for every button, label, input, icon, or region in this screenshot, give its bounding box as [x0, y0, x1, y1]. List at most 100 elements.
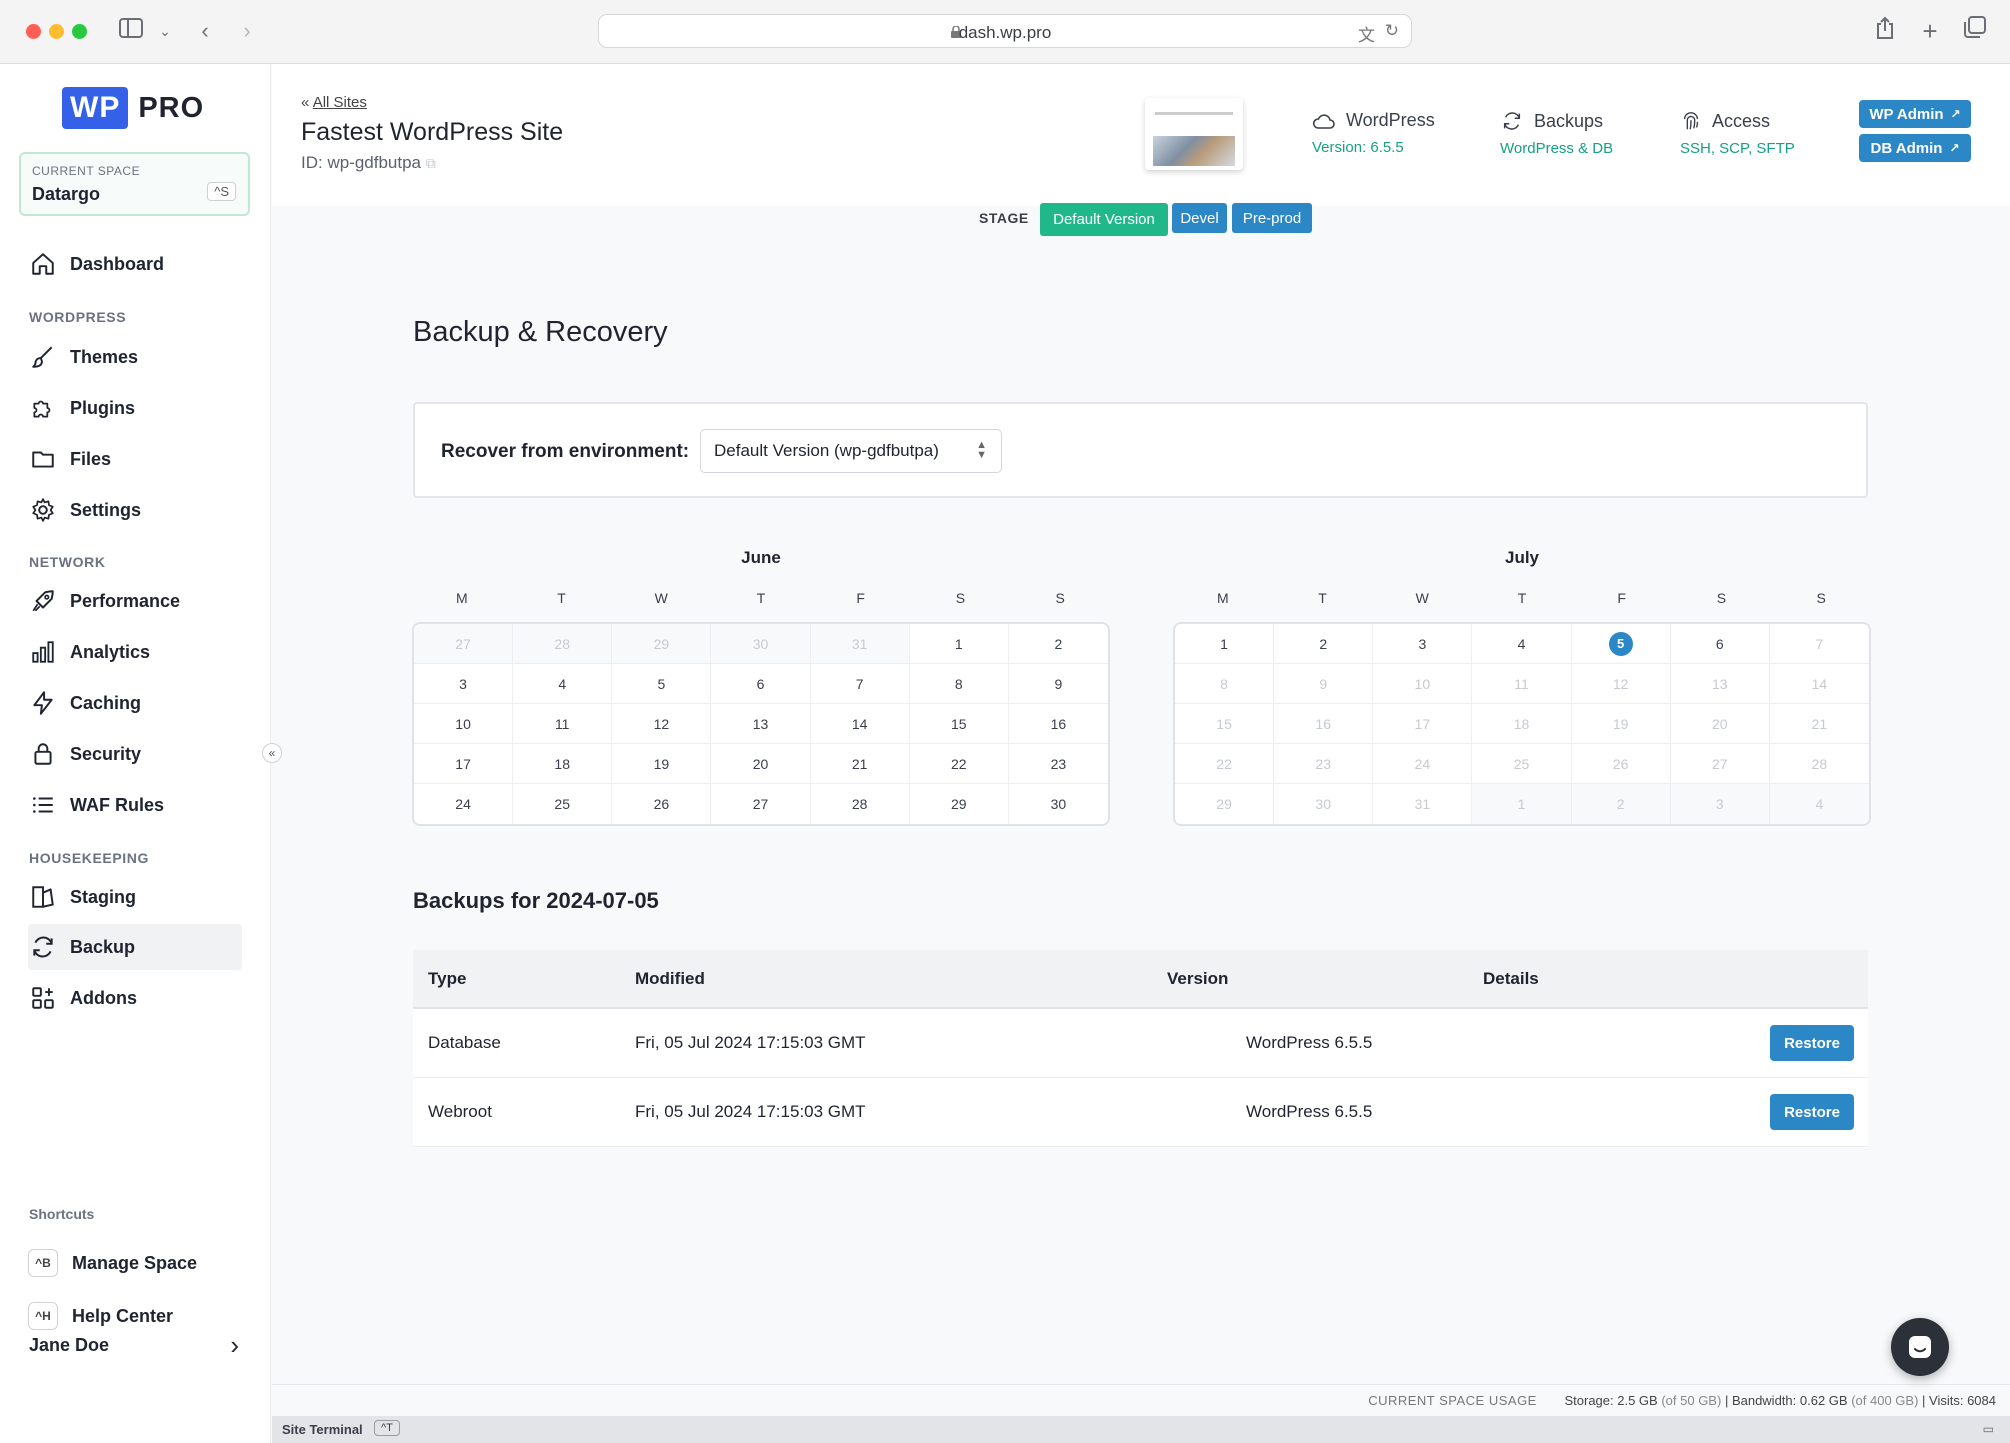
calendar-day[interactable]: 10	[414, 704, 514, 744]
stage-tab-default[interactable]: Default Version	[1040, 203, 1168, 236]
calendar-day[interactable]: 26	[1571, 744, 1671, 784]
sidebar-item-security[interactable]: Security	[28, 731, 242, 777]
calendar-day[interactable]: 18	[1472, 704, 1572, 744]
calendar-day[interactable]: 2	[1274, 624, 1374, 664]
shortcut-help-center[interactable]: ^H Help Center	[28, 1302, 173, 1330]
back-arrow-icon[interactable]: ‹	[190, 16, 220, 46]
backups-stat[interactable]: Backups WordPress & DB	[1500, 110, 1613, 158]
calendar-day[interactable]: 27	[711, 784, 811, 824]
calendar-day[interactable]: 26	[612, 784, 712, 824]
calendar-day[interactable]: 7	[1769, 624, 1869, 664]
calendar-day[interactable]: 9	[1274, 664, 1374, 704]
calendar-day[interactable]: 28	[513, 624, 613, 664]
calendar-day[interactable]: 4	[1472, 624, 1572, 664]
address-bar[interactable]: dash.wp.pro 文 ↻	[598, 14, 1412, 48]
calendar-day[interactable]: 21	[810, 744, 910, 784]
restore-button[interactable]: Restore	[1770, 1094, 1854, 1130]
calendar-day[interactable]: 22	[1175, 744, 1275, 784]
sidebar-item-backup[interactable]: Backup	[28, 924, 242, 970]
chat-support-button[interactable]	[1891, 1318, 1949, 1376]
sidebar-item-analytics[interactable]: Analytics	[28, 629, 242, 675]
calendar-day[interactable]: 1	[909, 624, 1009, 664]
calendar-day[interactable]: 31	[1373, 784, 1473, 824]
calendar-day[interactable]: 22	[909, 744, 1009, 784]
all-sites-link[interactable]: « All Sites	[301, 94, 367, 111]
stage-tab-devel[interactable]: Devel	[1172, 203, 1227, 233]
calendar-day[interactable]: 14	[1769, 664, 1869, 704]
calendar-day[interactable]: 18	[513, 744, 613, 784]
sidebar-item-dashboard[interactable]: Dashboard	[28, 241, 242, 287]
calendar-day[interactable]: 3	[1670, 784, 1770, 824]
sidebar-item-waf-rules[interactable]: WAF Rules	[28, 782, 242, 828]
collapse-sidebar-button[interactable]: «	[262, 743, 282, 763]
sidebar-item-staging[interactable]: Staging	[28, 874, 242, 920]
sidebar-item-files[interactable]: Files	[28, 436, 242, 482]
sidebar-item-performance[interactable]: Performance	[28, 578, 242, 624]
sidebar-item-addons[interactable]: Addons	[28, 975, 242, 1021]
calendar-day[interactable]: 13	[711, 704, 811, 744]
wordpress-stat[interactable]: WordPress Version: 6.5.5	[1312, 110, 1435, 156]
sidebar-toggle-icon[interactable]	[116, 16, 146, 46]
sidebar-item-plugins[interactable]: Plugins	[28, 385, 242, 431]
calendar-day[interactable]: 20	[711, 744, 811, 784]
calendar-day[interactable]: 27	[1670, 744, 1770, 784]
calendar-day[interactable]: 9	[1008, 664, 1108, 704]
copy-icon[interactable]: ⧉	[426, 155, 436, 171]
calendar-day[interactable]: 11	[513, 704, 613, 744]
calendar-day[interactable]: 29	[612, 624, 712, 664]
calendar-day[interactable]: 2	[1571, 784, 1671, 824]
stage-tab-preprod[interactable]: Pre-prod	[1232, 203, 1312, 233]
calendar-day[interactable]: 4	[1769, 784, 1869, 824]
calendar-day[interactable]: 10	[1373, 664, 1473, 704]
chevron-down-icon[interactable]: ⌄	[150, 16, 180, 46]
calendar-day[interactable]: 15	[1175, 704, 1275, 744]
calendar-day[interactable]: 3	[1373, 624, 1473, 664]
calendar-day[interactable]: 12	[1571, 664, 1671, 704]
share-icon[interactable]	[1870, 16, 1900, 46]
calendar-day[interactable]: 16	[1008, 704, 1108, 744]
terminal-icon[interactable]: ▭	[1983, 1422, 1994, 1436]
new-tab-icon[interactable]: +	[1915, 16, 1945, 46]
zoom-window-button[interactable]	[72, 24, 87, 39]
calendar-day[interactable]: 5	[1571, 624, 1671, 664]
wp-admin-button[interactable]: WP Admin ↗	[1859, 100, 1971, 128]
db-admin-button[interactable]: DB Admin ↗	[1859, 134, 1971, 162]
calendar-day[interactable]: 13	[1670, 664, 1770, 704]
calendar-day[interactable]: 6	[711, 664, 811, 704]
current-space-switcher[interactable]: CURRENT SPACE Datargo ^S	[19, 152, 250, 216]
calendar-day[interactable]: 23	[1274, 744, 1374, 784]
calendar-day[interactable]: 30	[1009, 784, 1108, 824]
calendar-day[interactable]: 29	[1175, 784, 1275, 824]
site-preview-thumbnail[interactable]	[1145, 98, 1243, 170]
tab-overview-icon[interactable]	[1960, 16, 1990, 46]
calendar-day[interactable]: 15	[909, 704, 1009, 744]
calendar-day[interactable]: 1	[1472, 784, 1572, 824]
calendar-day[interactable]: 4	[513, 664, 613, 704]
calendar-day[interactable]: 11	[1472, 664, 1572, 704]
calendar-day[interactable]: 17	[414, 744, 514, 784]
environment-select[interactable]: Default Version (wp-gdfbutpa) ▲ ▼	[700, 429, 1002, 473]
calendar-day[interactable]: 12	[612, 704, 712, 744]
calendar-day[interactable]: 8	[909, 664, 1009, 704]
access-stat[interactable]: Access SSH, SCP, SFTP	[1680, 110, 1795, 158]
user-menu[interactable]: Jane Doe ›	[29, 1330, 239, 1361]
minimize-window-button[interactable]	[49, 24, 64, 39]
calendar-day[interactable]: 5	[612, 664, 712, 704]
calendar-day[interactable]: 3	[414, 664, 514, 704]
calendar-day[interactable]: 14	[810, 704, 910, 744]
translate-icon[interactable]: 文	[1358, 21, 1375, 46]
calendar-day[interactable]: 31	[810, 624, 910, 664]
sidebar-item-themes[interactable]: Themes	[28, 334, 242, 380]
reload-icon[interactable]: ↻	[1385, 21, 1399, 41]
calendar-day[interactable]: 21	[1769, 704, 1869, 744]
site-terminal-bar[interactable]: Site Terminal ^T ▭	[272, 1416, 2010, 1443]
calendar-day[interactable]: 19	[1571, 704, 1671, 744]
calendar-day[interactable]: 17	[1373, 704, 1473, 744]
calendar-day[interactable]: 25	[1472, 744, 1572, 784]
calendar-day[interactable]: 25	[513, 784, 613, 824]
calendar-day[interactable]: 24	[414, 784, 514, 824]
calendar-day[interactable]: 6	[1670, 624, 1770, 664]
calendar-day[interactable]: 23	[1008, 744, 1108, 784]
calendar-day[interactable]: 8	[1175, 664, 1275, 704]
restore-button[interactable]: Restore	[1770, 1025, 1854, 1061]
